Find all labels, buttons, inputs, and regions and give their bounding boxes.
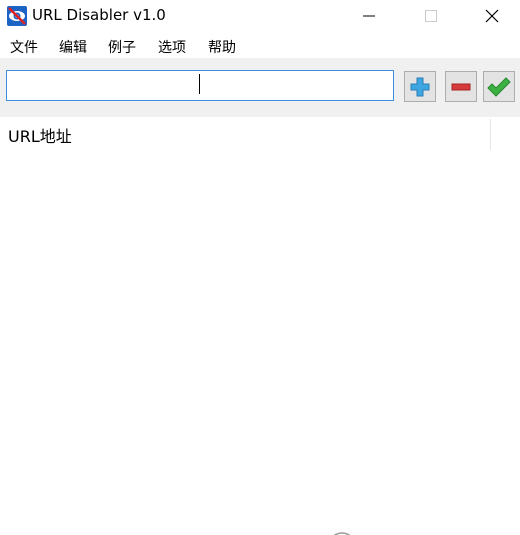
column-header-url[interactable]: URL地址 bbox=[8, 123, 72, 147]
checkmark-icon bbox=[487, 76, 511, 97]
menu-examples[interactable]: 例子 bbox=[108, 37, 136, 57]
minimize-button[interactable] bbox=[347, 0, 391, 32]
plus-icon bbox=[410, 77, 430, 96]
close-icon bbox=[485, 9, 499, 23]
url-list[interactable]: URL地址 bbox=[0, 117, 520, 535]
menu-options[interactable]: 选项 bbox=[158, 37, 186, 57]
minus-icon bbox=[451, 83, 471, 90]
remove-url-button[interactable] bbox=[445, 71, 477, 102]
title-bar[interactable]: URL Disabler v1.0 bbox=[0, 0, 520, 32]
close-button[interactable] bbox=[470, 0, 514, 32]
apply-button[interactable] bbox=[483, 71, 515, 102]
menu-help[interactable]: 帮助 bbox=[208, 37, 236, 57]
text-caret bbox=[199, 74, 200, 94]
window-title: URL Disabler v1.0 bbox=[32, 6, 166, 24]
url-input[interactable] bbox=[6, 70, 394, 101]
menu-file[interactable]: 文件 bbox=[10, 37, 38, 57]
menu-bar: 文件 编辑 例子 选项 帮助 bbox=[0, 32, 520, 58]
menu-edit[interactable]: 编辑 bbox=[59, 37, 87, 57]
list-header: URL地址 bbox=[0, 117, 490, 149]
column-divider[interactable] bbox=[490, 119, 491, 150]
maximize-icon bbox=[425, 10, 437, 22]
add-url-button[interactable] bbox=[404, 71, 436, 102]
app-window: URL Disabler v1.0 文件 编辑 例子 选项 帮助 URL地址 bbox=[0, 0, 520, 535]
maximize-button[interactable] bbox=[409, 0, 453, 32]
partial-icon bbox=[333, 532, 351, 535]
minimize-icon bbox=[363, 15, 375, 17]
toolbar bbox=[0, 58, 520, 117]
app-icon bbox=[7, 6, 27, 26]
